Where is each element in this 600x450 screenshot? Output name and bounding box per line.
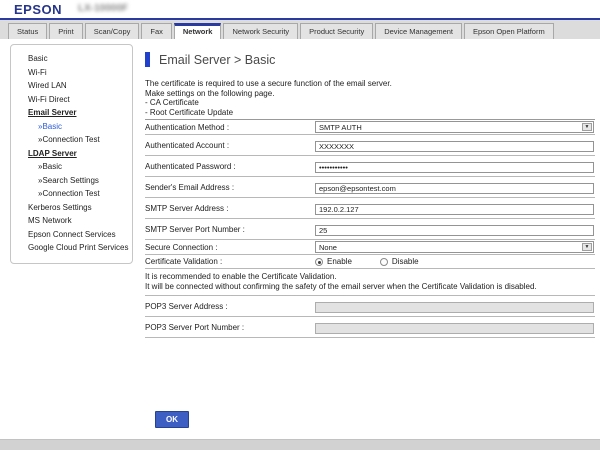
smtp-server-port-number-input[interactable] [315, 225, 594, 236]
disable-radio-label: Disable [392, 257, 419, 266]
form-row-smtp-server-port-number: SMTP Server Port Number : [145, 219, 595, 240]
form-row-secure-connection: Secure Connection : None ▼ [145, 240, 595, 255]
authenticated-password-input[interactable] [315, 162, 594, 173]
form-row-senders-email-address: Sender's Email Address : [145, 177, 595, 198]
tab-status[interactable]: Status [8, 23, 47, 39]
printer-model-blurred: LX-10000F [78, 3, 128, 14]
authentication-method-label: Authentication Method : [145, 123, 315, 132]
sidebar-section-ldap-server[interactable]: LDAP Server [11, 147, 132, 161]
title-accent-bar [145, 52, 150, 67]
sidebar-section-email-server[interactable]: Email Server [11, 106, 132, 120]
chevron-down-icon[interactable]: ▼ [582, 123, 592, 131]
certificate-validation-radio-group: Enable Disable [315, 257, 594, 266]
note-line: It is recommended to enable the Certific… [145, 272, 595, 282]
sidebar-item-wifi-direct[interactable]: Wi-Fi Direct [11, 93, 132, 107]
ok-button[interactable]: OK [155, 411, 189, 428]
secure-connection-select[interactable]: None ▼ [315, 241, 594, 253]
sidebar-item-ldap-search-settings[interactable]: »Search Settings [11, 174, 132, 188]
form-row-authenticated-password: Authenticated Password : [145, 156, 595, 177]
main-panel: Email Server > Basic The certificate is … [145, 52, 595, 338]
header: EPSON LX-10000F [0, 0, 600, 18]
tab-device-management[interactable]: Device Management [375, 23, 462, 39]
pop3-server-port-number-label: POP3 Server Port Number : [145, 323, 315, 332]
form-row-certificate-validation: Certificate Validation : Enable Disable [145, 255, 595, 269]
authenticated-account-input[interactable] [315, 141, 594, 152]
tab-network[interactable]: Network [174, 23, 222, 39]
senders-email-address-label: Sender's Email Address : [145, 183, 315, 192]
page-title: Email Server > Basic [159, 53, 275, 67]
senders-email-address-input[interactable] [315, 183, 594, 194]
certificate-validation-note: It is recommended to enable the Certific… [145, 269, 595, 296]
intro-line: - CA Certificate [145, 98, 595, 108]
intro-line: The certificate is required to use a sec… [145, 79, 595, 89]
authenticated-password-label: Authenticated Password : [145, 162, 315, 171]
chevron-down-icon[interactable]: ▼ [582, 243, 592, 251]
form-row-pop3-server-address: POP3 Server Address : [145, 296, 595, 317]
smtp-server-address-label: SMTP Server Address : [145, 204, 315, 213]
sidebar-nav: Basic Wi-Fi Wired LAN Wi-Fi Direct Email… [10, 44, 133, 264]
sidebar-item-kerberos-settings[interactable]: Kerberos Settings [11, 201, 132, 215]
note-line: It will be connected without confirming … [145, 282, 595, 292]
tab-fax[interactable]: Fax [141, 23, 172, 39]
tab-bar: Status Print Scan/Copy Fax Network Netwo… [0, 20, 600, 39]
tab-print[interactable]: Print [49, 23, 82, 39]
smtp-server-port-number-label: SMTP Server Port Number : [145, 225, 315, 234]
intro-text: The certificate is required to use a sec… [145, 79, 595, 117]
email-server-form: Authentication Method : SMTP AUTH ▼ Auth… [145, 119, 595, 338]
tab-scan-copy[interactable]: Scan/Copy [85, 23, 140, 39]
smtp-server-address-input[interactable] [315, 204, 594, 215]
form-row-authenticated-account: Authenticated Account : [145, 135, 595, 156]
disable-radio[interactable] [380, 258, 388, 266]
sidebar-item-ldap-basic[interactable]: »Basic [11, 160, 132, 174]
enable-radio[interactable] [315, 258, 323, 266]
enable-radio-label: Enable [327, 257, 352, 266]
secure-connection-label: Secure Connection : [145, 243, 315, 252]
tab-epson-open-platform[interactable]: Epson Open Platform [464, 23, 554, 39]
sidebar-item-ldap-connection-test[interactable]: »Connection Test [11, 187, 132, 201]
pop3-server-address-input [315, 302, 594, 313]
intro-line: Make settings on the following page. [145, 89, 595, 99]
epson-web-config-page: EPSON LX-10000F Status Print Scan/Copy F… [0, 0, 600, 450]
sidebar-item-google-cloud-print-services[interactable]: Google Cloud Print Services [11, 241, 132, 255]
tab-network-security[interactable]: Network Security [223, 23, 298, 39]
secure-connection-value: None [319, 243, 337, 252]
authentication-method-value: SMTP AUTH [319, 123, 362, 132]
tab-product-security[interactable]: Product Security [300, 23, 373, 39]
sidebar-item-email-server-connection-test[interactable]: »Connection Test [11, 133, 132, 147]
form-row-authentication-method: Authentication Method : SMTP AUTH ▼ [145, 120, 595, 135]
sidebar-item-email-server-basic[interactable]: »Basic [11, 120, 132, 134]
sidebar-item-epson-connect-services[interactable]: Epson Connect Services [11, 228, 132, 242]
page-title-row: Email Server > Basic [145, 52, 595, 67]
form-row-pop3-server-port-number: POP3 Server Port Number : [145, 317, 595, 338]
certificate-validation-label: Certificate Validation : [145, 257, 315, 266]
authenticated-account-label: Authenticated Account : [145, 141, 315, 150]
epson-logo: EPSON [14, 2, 62, 17]
authentication-method-select[interactable]: SMTP AUTH ▼ [315, 121, 594, 133]
sidebar-item-basic[interactable]: Basic [11, 52, 132, 66]
pop3-server-address-label: POP3 Server Address : [145, 302, 315, 311]
footer-bar [0, 439, 600, 450]
form-row-smtp-server-address: SMTP Server Address : [145, 198, 595, 219]
pop3-server-port-number-input [315, 323, 594, 334]
content-area: Basic Wi-Fi Wired LAN Wi-Fi Direct Email… [0, 39, 600, 439]
sidebar-item-ms-network[interactable]: MS Network [11, 214, 132, 228]
sidebar-item-wired-lan[interactable]: Wired LAN [11, 79, 132, 93]
sidebar-item-wifi[interactable]: Wi-Fi [11, 66, 132, 80]
intro-line: - Root Certificate Update [145, 108, 595, 118]
